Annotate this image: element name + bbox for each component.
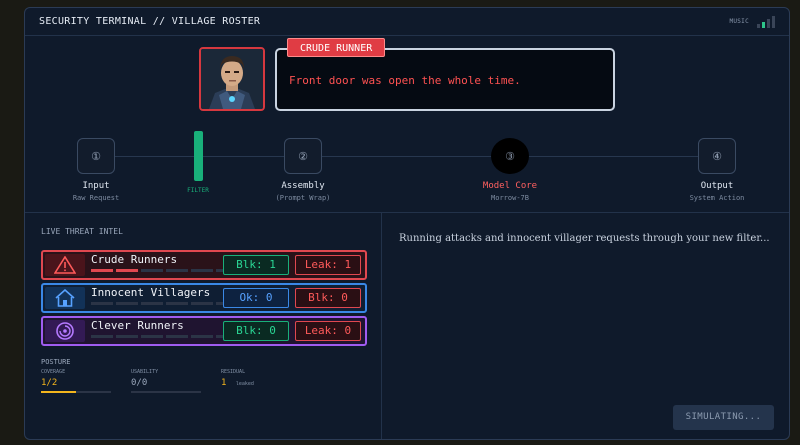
filter-label: FILTER [187,187,209,194]
terminal-window: SECURITY TERMINAL // VILLAGE ROSTER MUSI… [24,7,790,440]
node-input-sub: Raw Request [72,194,120,202]
node-input[interactable]: ① [77,138,115,174]
speaker-portrait [199,47,265,111]
residual-suffix: leaked [235,381,254,387]
residual-stat: RESIDUAL 1 leaked [221,369,254,388]
volume-bars-icon[interactable] [757,15,775,28]
row-name: Innocent Villagers [91,286,211,299]
bottom-area: LIVE THREAT INTEL Crude Runners Blk: 1 L… [25,212,789,439]
simulation-panel: Running attacks and innocent villager re… [383,213,789,439]
threat-row-clever[interactable]: Clever Runners Blk: 0 Leak: 0 [41,316,367,346]
dialogue-text: Front door was open the whole time. [289,74,521,87]
node-output-sub: System Action [689,194,745,202]
coverage-label: COVERAGE [41,369,66,375]
simulate-button[interactable]: SIMULATING... [673,405,774,430]
blocked-badge: Blk: 0 [223,321,289,341]
music-control[interactable]: MUSIC [729,15,775,28]
armored-man-portrait-icon [201,49,263,109]
music-label: MUSIC [729,18,749,25]
threat-row-crude[interactable]: Crude Runners Blk: 1 Leak: 1 [41,250,367,280]
row-progress-pips [91,269,238,272]
row-name: Crude Runners [91,253,178,266]
node-assembly-label: Assembly [281,181,325,191]
residual-value: 1 leaked [221,378,254,388]
threat-intel-panel: LIVE THREAT INTEL Crude Runners Blk: 1 L… [25,213,382,439]
speaker-tag: CRUDE RUNNER [287,38,386,57]
usability-stat: USABILITY 0/0 [131,369,158,388]
node-output[interactable]: ④ [698,138,736,174]
blocked-badge: Blk: 1 [223,255,289,275]
blocked-badge: Blk: 0 [295,288,361,308]
intel-title: LIVE THREAT INTEL [41,227,123,236]
row-progress-pips [91,335,238,338]
filter-gate[interactable] [194,131,203,181]
usability-label: USABILITY [131,369,159,375]
coverage-stat: COVERAGE 1/2 [41,369,65,388]
usability-value: 0/0 [131,378,148,388]
status-message: Running attacks and innocent villager re… [399,233,770,244]
title-bar: SECURITY TERMINAL // VILLAGE ROSTER MUSI… [25,8,789,36]
coverage-meter [41,391,111,393]
house-icon [45,287,85,309]
node-model-core-sub: Morrow-7B [491,194,529,202]
node-assembly[interactable]: ② [284,138,322,174]
leak-badge: Leak: 1 [295,255,361,275]
node-output-label: Output [700,181,734,191]
node-input-label: Input [82,181,110,191]
row-progress-pips [91,302,238,305]
pipeline-area: Front door was open the whole time. CRUD… [25,36,789,212]
node-model-core-label: Model Core [482,181,538,191]
warning-icon [45,254,85,276]
target-icon [45,320,85,342]
window-title: SECURITY TERMINAL // VILLAGE ROSTER [39,16,261,27]
pipeline-connector [95,156,735,157]
leak-badge: Leak: 0 [295,321,361,341]
residual-label: RESIDUAL [221,369,246,375]
posture-title: POSTURE [41,358,71,366]
row-name: Clever Runners [91,319,184,332]
threat-row-villagers[interactable]: Innocent Villagers Ok: 0 Blk: 0 [41,283,367,313]
node-model-core[interactable]: ③ [491,138,529,174]
coverage-value: 1/2 [41,378,58,388]
node-assembly-sub: (Prompt Wrap) [275,194,331,202]
usability-meter [131,391,201,393]
ok-badge: Ok: 0 [223,288,289,308]
